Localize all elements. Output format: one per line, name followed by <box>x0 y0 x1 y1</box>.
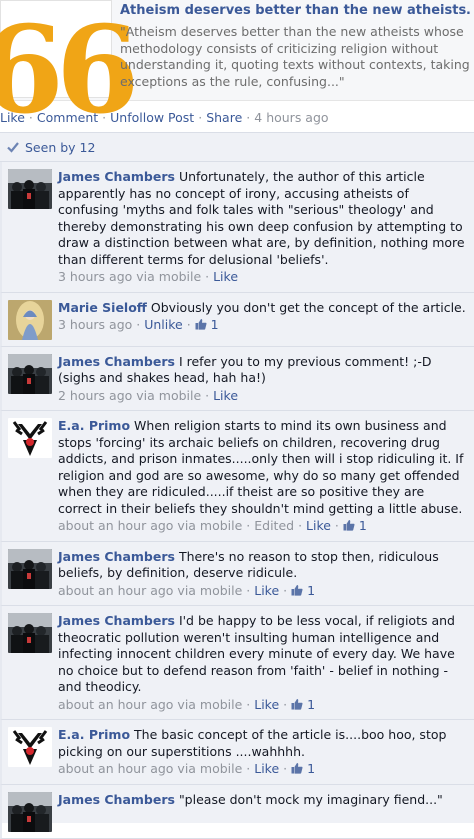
link-description: "Atheism deserves better than the new at… <box>120 24 470 89</box>
comment-timestamp[interactable]: about an hour ago via mobile <box>58 697 242 712</box>
separator-dot: · <box>242 518 255 533</box>
like-count[interactable]: 1 <box>291 761 315 776</box>
comment-timestamp[interactable]: 3 hours ago via mobile <box>58 269 201 284</box>
comment-body: James Chambers There's no reason to stop… <box>58 549 474 600</box>
seen-by-label: Seen by 12 <box>25 139 96 155</box>
comment-meta: 3 hours ago via mobile · Like <box>58 269 470 286</box>
thumbs-up-icon <box>291 763 303 774</box>
separator-dot: · <box>279 761 292 776</box>
comment-body: James Chambers Unfortunately, the author… <box>58 169 474 286</box>
commenter-name[interactable]: Marie Sieloff <box>58 300 147 315</box>
comment-timestamp[interactable]: about an hour ago via mobile <box>58 761 242 776</box>
avatar[interactable] <box>8 353 52 394</box>
comment-item: James Chambers I'd be happy to be less v… <box>0 606 474 720</box>
comment-timestamp[interactable]: about an hour ago via mobile <box>58 518 242 533</box>
comment-body: James Chambers "please don't mock my ima… <box>58 792 474 832</box>
comment-body: James Chambers I refer you to my previou… <box>58 354 474 405</box>
like-link[interactable]: Like <box>254 761 279 776</box>
comment-meta: about an hour ago via mobile · Edited · … <box>58 518 470 535</box>
separator-dot: · <box>201 269 214 284</box>
comment-meta: about an hour ago via mobile · Like · 1 <box>58 761 470 778</box>
separator-dot: · <box>242 696 255 712</box>
share-link[interactable]: Share <box>206 110 242 125</box>
comment-meta: 3 hours ago · Unlike · 1 <box>58 317 470 334</box>
like-count[interactable]: 1 <box>291 583 315 598</box>
like-count[interactable]: 1 <box>291 697 315 712</box>
separator-dot: · <box>294 518 307 533</box>
avatar[interactable] <box>8 613 52 653</box>
separator-dot: · <box>182 317 195 332</box>
separator-dot: · <box>132 317 145 332</box>
comment-timestamp[interactable]: 2 hours ago via mobile <box>58 388 201 403</box>
commenter-name[interactable]: James Chambers <box>58 169 175 184</box>
seen-by-row[interactable]: Seen by 12 <box>0 133 474 162</box>
link-text: Atheism deserves better than the new ath… <box>120 2 470 90</box>
like-link[interactable]: Like <box>254 697 279 712</box>
like-link[interactable]: Like <box>306 518 331 533</box>
separator-dot: · <box>279 582 292 598</box>
thumbs-up-icon <box>291 698 303 710</box>
commenter-name[interactable]: James Chambers <box>58 613 175 628</box>
comment-item: E.a. Primo The basic concept of the arti… <box>0 720 474 785</box>
comment-item: Marie Sieloff Obviously you don't get th… <box>0 292 474 347</box>
like-link[interactable]: Like <box>0 110 25 125</box>
comment-timestamp[interactable]: 3 hours ago <box>58 317 132 332</box>
thumbs-up-icon <box>195 319 207 330</box>
comment-text: Obviously you don't get the concept of t… <box>150 299 466 315</box>
commenter-name[interactable]: James Chambers <box>58 549 175 564</box>
commenter-name[interactable]: James Chambers <box>58 792 175 807</box>
thumbs-up-icon <box>291 584 303 596</box>
comment-text: "please don't mock my imaginary fiend...… <box>178 791 443 807</box>
comment-link[interactable]: Comment <box>37 110 98 125</box>
commenter-name[interactable]: James Chambers <box>58 354 175 369</box>
comment-body: E.a. Primo The basic concept of the arti… <box>58 727 474 778</box>
like-count[interactable]: 1 <box>343 518 367 533</box>
separator-dot: · <box>242 582 255 598</box>
link-thumbnail[interactable]: 66 <box>0 0 140 131</box>
comment-item: James Chambers "please don't mock my ima… <box>0 784 474 839</box>
comment-body: Marie Sieloff Obviously you don't get th… <box>58 300 474 340</box>
like-link[interactable]: Like <box>254 583 279 598</box>
separator-dot: · <box>279 696 292 712</box>
commenter-name[interactable]: E.a. Primo <box>58 418 130 433</box>
avatar[interactable] <box>8 169 52 209</box>
comment-meta: about an hour ago via mobile · Like · 1 <box>58 697 470 714</box>
comment-item: E.a. Primo When religion starts to mind … <box>0 411 474 542</box>
comment-body: E.a. Primo When religion starts to mind … <box>58 418 474 535</box>
post-action-bar: Like · Comment · Unfollow Post · Share · 4 hours… <box>0 110 474 130</box>
comment-timestamp[interactable]: about an hour ago via mobile <box>58 583 242 598</box>
thumbs-up-icon <box>343 520 355 531</box>
comment-item: James Chambers There's no reason to stop… <box>0 541 474 606</box>
separator-dot: · <box>242 761 255 776</box>
comment-meta: 2 hours ago via mobile · Like <box>58 388 470 405</box>
unlike-link[interactable]: Unlike <box>144 317 183 332</box>
separator-dot: · <box>330 518 343 533</box>
comment-list: James Chambers Unfortunately, the author… <box>0 162 474 839</box>
comment-item: James Chambers Unfortunately, the author… <box>0 162 474 293</box>
post-timestamp[interactable]: 4 hours ago <box>254 110 328 125</box>
separator-dot: · <box>198 110 203 125</box>
like-link[interactable]: Like <box>213 388 238 403</box>
shared-link-card[interactable]: 66 Atheism deserves better than the new … <box>0 0 474 131</box>
unfollow-post-link[interactable]: Unfollow Post <box>110 110 194 125</box>
avatar[interactable] <box>8 418 52 458</box>
separator-dot: · <box>102 110 107 125</box>
separator-dot: · <box>246 110 251 125</box>
avatar[interactable] <box>8 791 52 832</box>
avatar[interactable] <box>8 299 52 340</box>
checkmark-icon <box>7 142 19 153</box>
edited-label[interactable]: Edited <box>254 518 294 533</box>
link-title[interactable]: Atheism deserves better than the new ath… <box>120 2 470 20</box>
comment-body: James Chambers I'd be happy to be less v… <box>58 613 474 713</box>
commenter-name[interactable]: E.a. Primo <box>58 727 130 742</box>
comment-meta: about an hour ago via mobile · Like · 1 <box>58 583 470 600</box>
separator-dot: · <box>201 387 214 403</box>
avatar[interactable] <box>8 727 52 767</box>
comments-panel: Seen by 12 James Chambers Unfortunately,… <box>0 132 474 839</box>
like-count[interactable]: 1 <box>195 317 219 332</box>
avatar[interactable] <box>8 548 52 589</box>
like-link[interactable]: Like <box>213 269 238 284</box>
separator-dot: · <box>28 110 33 125</box>
comment-item: James Chambers I refer you to my previou… <box>0 346 474 411</box>
